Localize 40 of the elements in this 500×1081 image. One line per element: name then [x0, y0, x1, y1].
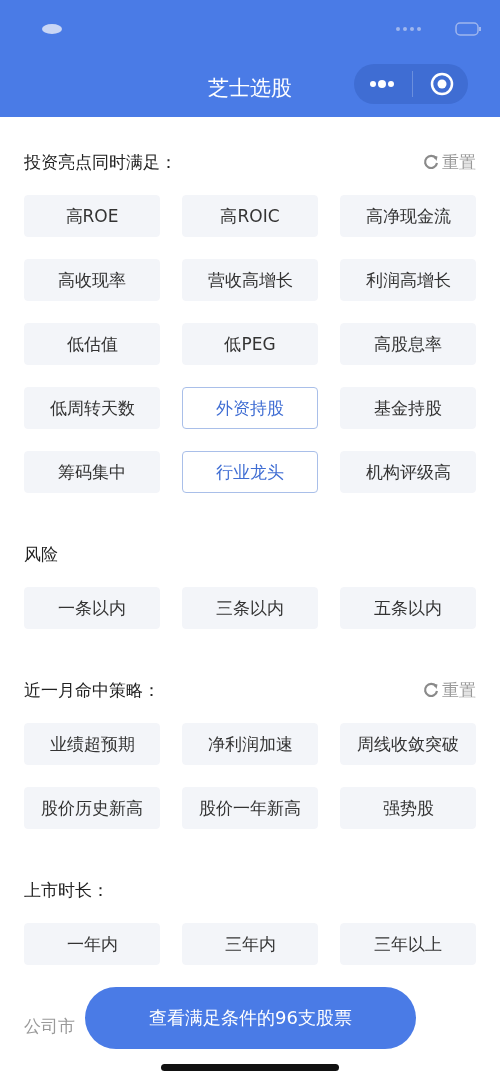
section-heading: 投资亮点同时满足： — [24, 150, 177, 174]
filter-chip[interactable]: 筹码集中 — [24, 451, 160, 493]
filter-chip[interactable]: 一条以内 — [24, 587, 160, 629]
filter-chip[interactable]: 五条以内 — [340, 587, 476, 629]
filter-chip[interactable]: 一年内 — [24, 923, 160, 965]
section-heading: 公司市 — [24, 1014, 75, 1038]
filter-chip[interactable]: 高净现金流 — [340, 195, 476, 237]
filter-chip[interactable]: 业绩超预期 — [24, 723, 160, 765]
filter-chip[interactable]: 高收现率 — [24, 259, 160, 301]
filter-chip[interactable]: 营收高增长 — [182, 259, 318, 301]
filter-chip[interactable]: 行业龙头 — [182, 451, 318, 493]
filter-chip[interactable]: 股价一年新高 — [182, 787, 318, 829]
refresh-icon — [423, 682, 439, 698]
results-button[interactable]: 查看满足条件的96支股票 — [85, 987, 416, 1049]
filter-chip[interactable]: 低PEG — [182, 323, 318, 365]
filter-chip[interactable]: 高ROIC — [182, 195, 318, 237]
filter-chip[interactable]: 三条以内 — [182, 587, 318, 629]
filter-chip[interactable]: 机构评级高 — [340, 451, 476, 493]
filter-chip[interactable]: 基金持股 — [340, 387, 476, 429]
filter-chip[interactable]: 低估值 — [24, 323, 160, 365]
section-heading: 上市时长： — [24, 878, 109, 902]
more-icon[interactable] — [368, 79, 395, 89]
section-heading: 风险 — [24, 542, 58, 566]
filter-chip[interactable]: 外资持股 — [182, 387, 318, 429]
filter-chip[interactable]: 强势股 — [340, 787, 476, 829]
filter-chip[interactable]: 高股息率 — [340, 323, 476, 365]
filter-chip[interactable]: 周线收敛突破 — [340, 723, 476, 765]
section-heading: 近一月命中策略： — [24, 678, 160, 702]
filter-chip[interactable]: 股价历史新高 — [24, 787, 160, 829]
close-icon[interactable] — [429, 72, 454, 96]
filter-chip[interactable]: 三年内 — [182, 923, 318, 965]
battery-icon — [394, 21, 484, 37]
filter-chip[interactable]: 利润高增长 — [340, 259, 476, 301]
filter-chip[interactable]: 三年以上 — [340, 923, 476, 965]
filter-chip[interactable]: 净利润加速 — [182, 723, 318, 765]
filter-chip[interactable]: 高ROE — [24, 195, 160, 237]
status-icon — [40, 22, 64, 36]
refresh-icon — [423, 154, 439, 170]
filter-chip[interactable]: 低周转天数 — [24, 387, 160, 429]
page-title: 芝士选股 — [208, 74, 292, 102]
